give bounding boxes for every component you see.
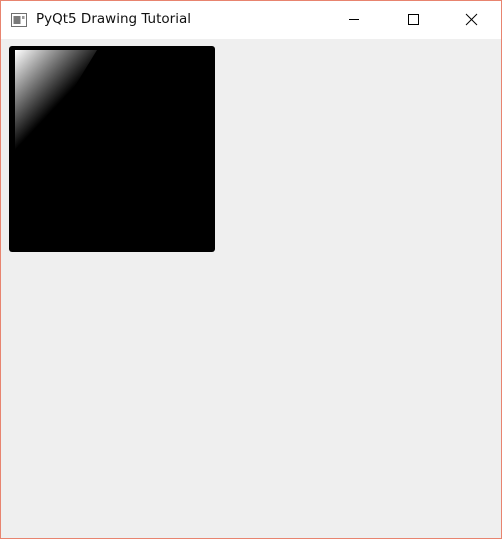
close-button[interactable] bbox=[448, 1, 494, 39]
minimize-button[interactable] bbox=[331, 1, 377, 39]
gradient-triangle bbox=[15, 50, 97, 184]
app-icon bbox=[11, 12, 27, 27]
window-title: PyQt5 Drawing Tutorial bbox=[36, 11, 191, 27]
maximize-button[interactable] bbox=[390, 1, 436, 39]
gradient-rectangle bbox=[9, 46, 215, 252]
app-window: PyQt5 Drawing Tutorial bbox=[0, 0, 502, 539]
drawing-area bbox=[1, 39, 501, 538]
title-bar[interactable]: PyQt5 Drawing Tutorial bbox=[1, 1, 501, 39]
